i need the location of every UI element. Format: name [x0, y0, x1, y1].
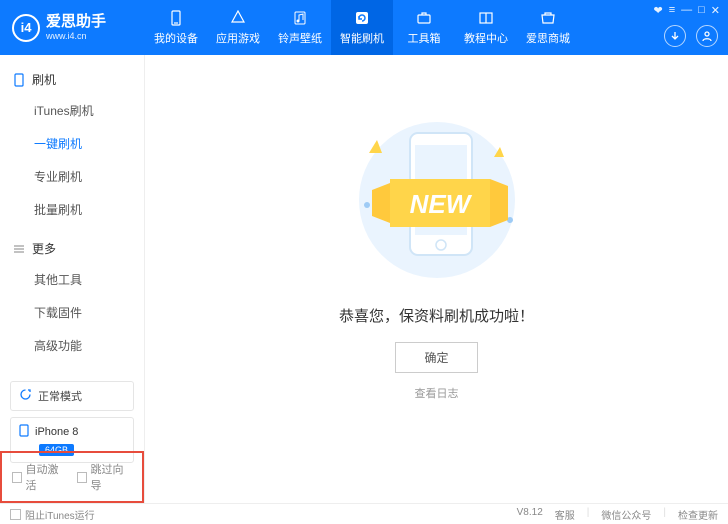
- checkbox-box-icon: [10, 509, 21, 520]
- main-area: 刷机 iTunes刷机 一键刷机 专业刷机 批量刷机 更多 其他工具 下载固件 …: [0, 55, 728, 503]
- success-message: 恭喜您，保资料刷机成功啦！: [339, 305, 534, 326]
- device-name: iPhone 8: [35, 426, 78, 438]
- device-phone-icon: [19, 424, 29, 440]
- logo-area: i4 爱思助手 www.i4.cn: [0, 14, 145, 42]
- footer-block-itunes[interactable]: 阻止iTunes运行: [10, 507, 95, 522]
- sidebar-header-more[interactable]: 更多: [0, 234, 144, 263]
- checkbox-skip-wizard[interactable]: 跳过向导: [77, 461, 132, 493]
- music-icon: [291, 9, 309, 27]
- version-label: V8.12: [517, 507, 543, 522]
- sidebar-item-download-firmware[interactable]: 下载固件: [34, 296, 144, 329]
- shop-icon: [539, 9, 557, 27]
- new-banner-text: NEW: [409, 189, 472, 219]
- nav-my-device[interactable]: 我的设备: [145, 0, 207, 55]
- logo-text: 爱思助手: [46, 14, 106, 31]
- nav-ringtone[interactable]: 铃声壁纸: [269, 0, 331, 55]
- sidebar-item-pro-flash[interactable]: 专业刷机: [34, 160, 144, 193]
- checkbox-box-icon: [77, 472, 87, 483]
- menu-icon[interactable]: ≡: [669, 4, 675, 17]
- sidebar-item-advanced[interactable]: 高级功能: [34, 329, 144, 362]
- toolbox-icon: [415, 9, 433, 27]
- footer-link-update[interactable]: 检查更新: [678, 507, 718, 522]
- header: i4 爱思助手 www.i4.cn 我的设备 应用游戏 铃声壁纸 智能刷机 工具…: [0, 0, 728, 55]
- content-area: NEW 恭喜您，保资料刷机成功啦！ 确定 查看日志: [145, 55, 728, 503]
- checkbox-auto-activate[interactable]: 自动激活: [12, 461, 67, 493]
- mode-indicator[interactable]: 正常模式: [10, 381, 134, 411]
- footer: 阻止iTunes运行 V8.12 客服 | 微信公众号 | 检查更新: [0, 503, 728, 524]
- nav-shop[interactable]: 爱思商城: [517, 0, 579, 55]
- nav-apps[interactable]: 应用游戏: [207, 0, 269, 55]
- success-illustration: NEW: [332, 105, 542, 285]
- sidebar-section-more: 更多 其他工具 下载固件 高级功能: [0, 234, 144, 362]
- logo-url: www.i4.cn: [46, 31, 106, 41]
- sync-icon: [19, 388, 32, 404]
- refresh-icon: [353, 9, 371, 27]
- book-icon: [477, 9, 495, 27]
- nav-tutorial[interactable]: 教程中心: [455, 0, 517, 55]
- minimize-button[interactable]: —: [681, 4, 692, 17]
- window-controls: ❤ ≡ — □ ✕: [653, 4, 720, 17]
- main-nav: 我的设备 应用游戏 铃声壁纸 智能刷机 工具箱 教程中心 爱思商城: [145, 0, 579, 55]
- sidebar: 刷机 iTunes刷机 一键刷机 专业刷机 批量刷机 更多 其他工具 下载固件 …: [0, 55, 145, 503]
- sidebar-item-other-tools[interactable]: 其他工具: [34, 263, 144, 296]
- confirm-button[interactable]: 确定: [395, 342, 477, 373]
- sidebar-item-itunes-flash[interactable]: iTunes刷机: [34, 94, 144, 127]
- bottom-options-highlight: 自动激活 跳过向导: [0, 451, 144, 503]
- nav-flash[interactable]: 智能刷机: [331, 0, 393, 55]
- sidebar-item-batch-flash[interactable]: 批量刷机: [34, 193, 144, 226]
- maximize-button[interactable]: □: [698, 4, 705, 17]
- logo-icon: i4: [12, 14, 40, 42]
- cart-icon[interactable]: ❤: [653, 4, 662, 17]
- nav-toolbox[interactable]: 工具箱: [393, 0, 455, 55]
- header-action-icons: [664, 25, 718, 47]
- user-icon[interactable]: [696, 25, 718, 47]
- phone-outline-icon: [12, 73, 26, 87]
- view-log-link[interactable]: 查看日志: [415, 385, 459, 401]
- download-icon[interactable]: [664, 25, 686, 47]
- footer-link-support[interactable]: 客服: [555, 507, 575, 522]
- sidebar-item-oneclick-flash[interactable]: 一键刷机: [34, 127, 144, 160]
- checkbox-box-icon: [12, 472, 22, 483]
- close-button[interactable]: ✕: [711, 4, 720, 17]
- apps-icon: [229, 9, 247, 27]
- sidebar-header-flash[interactable]: 刷机: [0, 65, 144, 94]
- footer-link-wechat[interactable]: 微信公众号: [601, 507, 651, 522]
- menu-lines-icon: [12, 242, 26, 256]
- sidebar-section-flash: 刷机 iTunes刷机 一键刷机 专业刷机 批量刷机: [0, 65, 144, 226]
- phone-icon: [167, 9, 185, 27]
